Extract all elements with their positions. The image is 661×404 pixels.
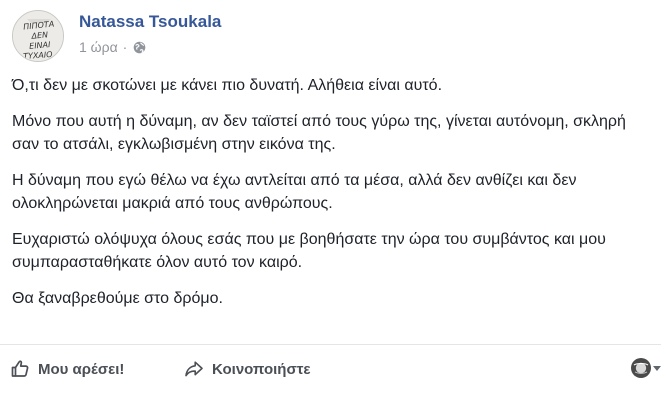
globe-icon[interactable] xyxy=(133,41,146,54)
svg-text:ΔΕΝ: ΔΕΝ xyxy=(30,30,48,40)
post-paragraph: Μόνο που αυτή η δύναμη, αν δεν ταϊστεί α… xyxy=(12,113,626,153)
svg-text:ΕΙΝΑΙ: ΕΙΝΑΙ xyxy=(29,40,52,51)
post-actions: Μου αρέσει! Κοινοποιήστε xyxy=(0,344,661,393)
post-body: Ό,τι δεν με σκοτώνει με κάνει πιο δυνατή… xyxy=(12,74,657,323)
thumbs-up-icon xyxy=(11,360,29,377)
avatar-handwriting-image: ΠΙΠΟΤΑ ΔΕΝ ΕΙΝΑΙ ΤΥΧΑΙΟ xyxy=(13,11,63,61)
like-label: Μου αρέσει! xyxy=(38,360,125,378)
meta-separator: · xyxy=(122,39,128,55)
author-name[interactable]: Natassa Tsoukala xyxy=(79,12,221,32)
post-paragraph: Ό,τι δεν με σκοτώνει με κάνει πιο δυνατή… xyxy=(12,77,443,94)
profile-avatar-icon xyxy=(630,357,652,379)
post-paragraph: Η δύναμη που εγώ θέλω να έχω αντλείται α… xyxy=(12,172,577,212)
chevron-down-icon xyxy=(653,365,661,371)
post-timestamp[interactable]: 1 ώρα xyxy=(79,39,118,55)
like-button[interactable]: Μου αρέσει! xyxy=(10,359,124,379)
post-paragraph: Ευχαριστώ ολόψυχα όλους εσάς που με βοηθ… xyxy=(12,231,606,271)
svg-text:ΤΥΧΑΙΟ: ΤΥΧΑΙΟ xyxy=(23,50,53,61)
share-button[interactable]: Κοινοποιήστε xyxy=(184,359,311,379)
facebook-post: ΠΙΠΟΤΑ ΔΕΝ ΕΙΝΑΙ ΤΥΧΑΙΟ Natassa Tsoukala… xyxy=(0,0,661,404)
post-paragraph: Θα ξαναβρεθούμε στο δρόμο. xyxy=(12,290,223,307)
post-meta: 1 ώρα · xyxy=(79,39,146,55)
author-avatar[interactable]: ΠΙΠΟΤΑ ΔΕΝ ΕΙΝΑΙ ΤΥΧΑΙΟ xyxy=(12,10,64,62)
reaction-profile-selector[interactable] xyxy=(630,357,661,379)
share-label: Κοινοποιήστε xyxy=(212,360,311,378)
share-arrow-icon xyxy=(185,361,203,377)
